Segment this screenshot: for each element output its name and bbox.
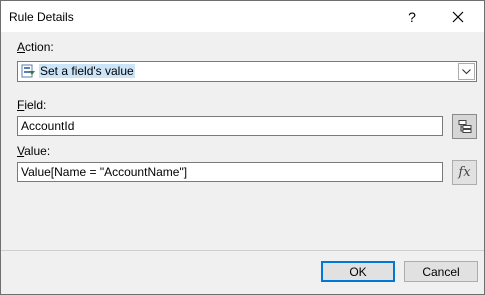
- rule-details-dialog: Rule Details ? Action: Set a field's val…: [0, 0, 485, 295]
- value-text: Value[Name = "AccountName"]: [21, 165, 188, 179]
- action-combobox[interactable]: Set a field's value: [17, 61, 477, 82]
- field-picker-button[interactable]: [452, 114, 477, 139]
- action-value: Set a field's value: [39, 64, 135, 78]
- chevron-down-icon: [462, 68, 471, 74]
- formula-button[interactable]: fx: [452, 160, 477, 185]
- field-label: Field:: [17, 98, 47, 112]
- action-dropdown-button[interactable]: [458, 63, 475, 80]
- value-input[interactable]: Value[Name = "AccountName"]: [17, 162, 443, 182]
- window-title: Rule Details: [9, 10, 74, 24]
- field-input[interactable]: AccountId: [17, 116, 443, 136]
- close-icon: [452, 11, 464, 22]
- action-label: Action:: [17, 40, 54, 54]
- set-field-value-icon: [21, 64, 35, 78]
- cancel-button[interactable]: Cancel: [404, 261, 478, 282]
- field-value: AccountId: [21, 119, 75, 133]
- help-button[interactable]: ?: [392, 1, 432, 32]
- field-picker-icon: [458, 119, 471, 133]
- close-button[interactable]: [438, 1, 478, 32]
- fx-icon: fx: [458, 165, 471, 180]
- footer-divider: [1, 250, 484, 251]
- ok-button[interactable]: OK: [321, 261, 395, 282]
- value-label: Value:: [17, 144, 51, 158]
- title-bar: Rule Details ?: [1, 1, 484, 32]
